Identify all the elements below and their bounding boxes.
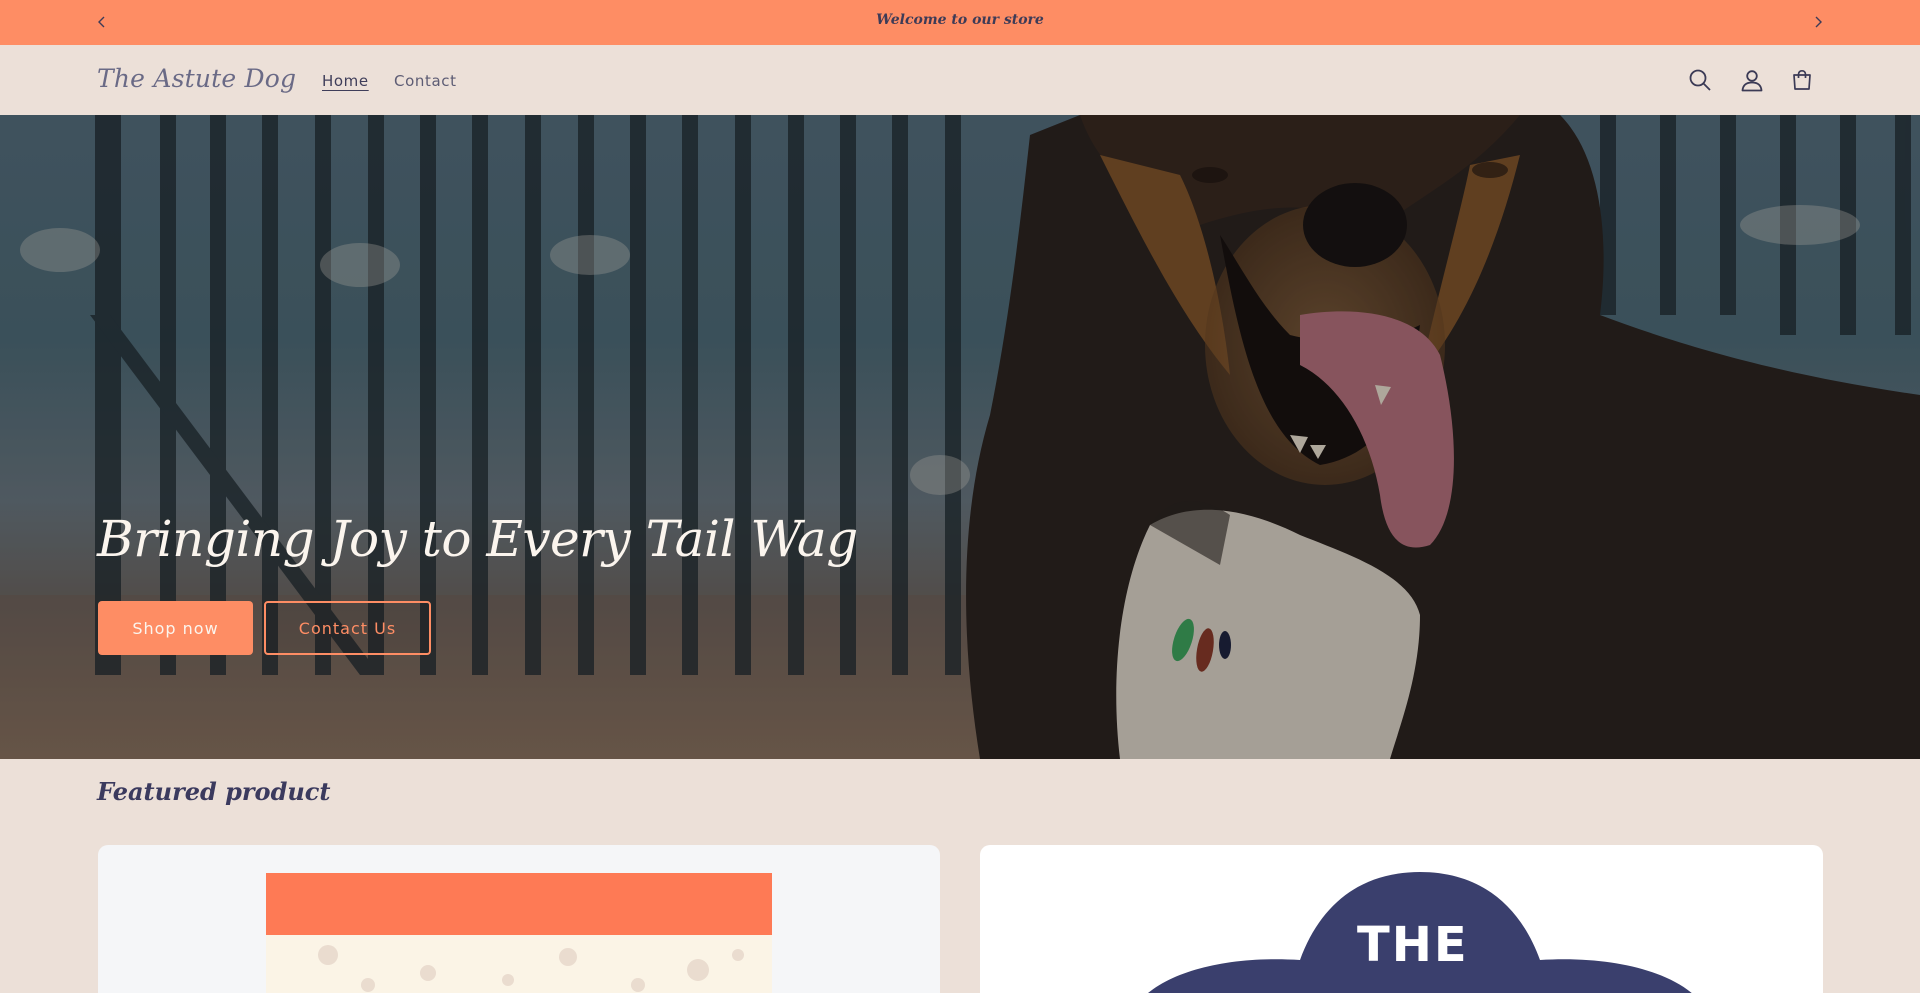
chevron-right-icon (1815, 16, 1822, 28)
hero-dog-image (0, 115, 1920, 759)
nav-home[interactable]: Home (322, 72, 369, 90)
site-logo[interactable]: The Astute Dog (97, 64, 296, 93)
badge-text: THE (1357, 917, 1469, 973)
hero-title: Bringing Joy to Every Tail Wag (97, 510, 858, 568)
hero-banner: Bringing Joy to Every Tail Wag Shop now … (0, 115, 1920, 759)
site-header: The Astute Dog Home Contact (0, 45, 1920, 115)
cart-icon (1793, 69, 1811, 90)
account-button[interactable] (1738, 66, 1766, 94)
product-card-image[interactable] (98, 845, 940, 993)
shop-now-button[interactable]: Shop now (98, 601, 253, 655)
account-icon (1741, 70, 1763, 92)
product-package-image (266, 873, 772, 993)
search-button[interactable] (1686, 66, 1714, 94)
featured-product-heading: Featured product (97, 777, 331, 806)
cart-button[interactable] (1788, 66, 1816, 94)
contact-us-button[interactable]: Contact Us (264, 601, 431, 655)
announcement-bar: Welcome to our store (0, 0, 1920, 45)
announcement-next-button[interactable] (1808, 12, 1828, 32)
nav-contact[interactable]: Contact (394, 72, 457, 90)
search-icon (1689, 69, 1711, 91)
product-card-logo[interactable]: THE (980, 845, 1823, 993)
announcement-message: Welcome to our store (876, 12, 1044, 28)
